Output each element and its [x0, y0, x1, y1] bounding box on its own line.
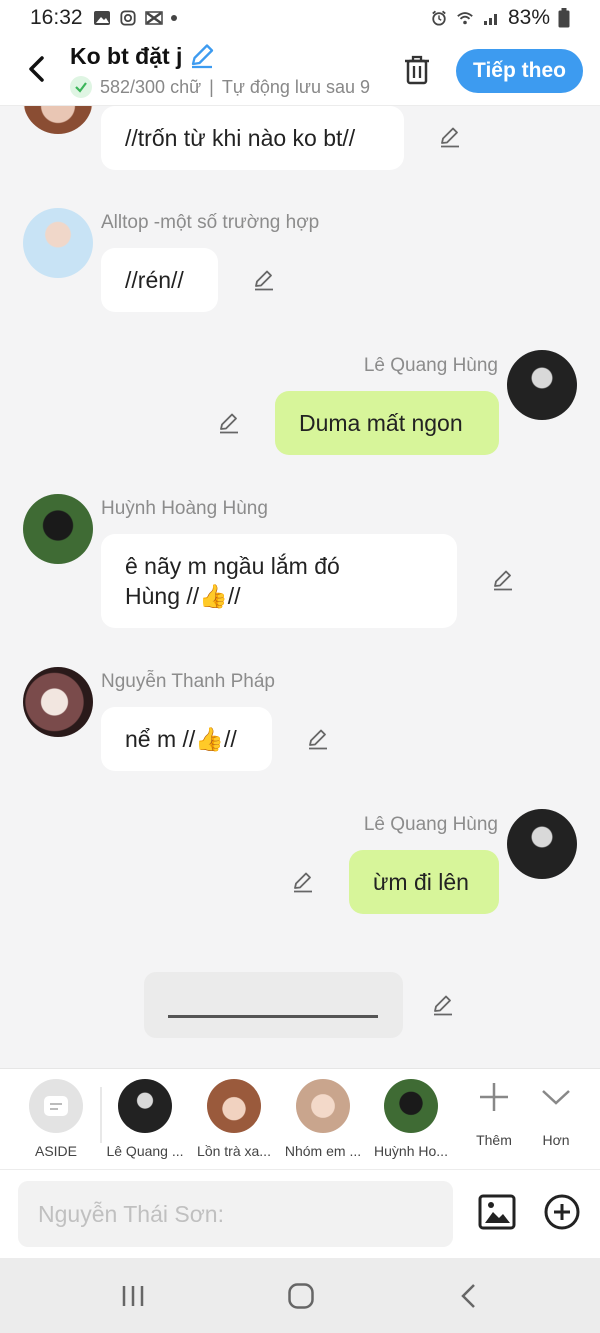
draft-bubble[interactable]	[144, 972, 403, 1038]
character-chip[interactable]: Lê Quang ...	[100, 1079, 190, 1159]
character-label: Nhóm em ...	[284, 1143, 362, 1159]
message-bubble[interactable]: nể m //👍//	[101, 707, 272, 771]
chevron-down-icon	[542, 1090, 570, 1105]
edit-icon[interactable]	[438, 125, 462, 149]
alarm-icon	[432, 10, 446, 26]
trash-icon[interactable]	[402, 54, 432, 86]
plus-icon	[480, 1083, 508, 1111]
edit-icon[interactable]	[217, 411, 241, 435]
avatar[interactable]	[507, 809, 577, 879]
edit-icon[interactable]	[306, 727, 330, 751]
draft-placeholder-line	[168, 1015, 378, 1018]
character-label: Lê Quang ...	[106, 1143, 184, 1159]
character-panel: ASIDE Lê Quang ... Lồn trà xa... Nhóm em…	[0, 1068, 600, 1258]
battery-percent: 83%	[507, 6, 550, 29]
message-text: ừm đi lên	[373, 869, 469, 895]
capcut-icon	[144, 11, 163, 25]
edit-icon[interactable]	[431, 993, 455, 1017]
message-line: ê nãy m ngầu lắm đó	[125, 553, 340, 579]
sender-name: Alltop -một số trường hợp	[101, 212, 320, 233]
add-label: Thêm	[476, 1132, 512, 1148]
more-label: Hơn	[542, 1132, 570, 1148]
sender-name: Lê Quang Hùng	[363, 355, 498, 376]
battery-icon	[558, 8, 570, 28]
image-icon[interactable]	[478, 1193, 516, 1231]
message-line: Hùng //	[125, 583, 200, 609]
word-count: 582/300 chữ	[100, 76, 202, 97]
message-bubble[interactable]: ừm đi lên	[349, 850, 499, 914]
character-label: ASIDE	[34, 1143, 77, 1159]
message-input[interactable]	[18, 1181, 453, 1247]
avatar[interactable]	[23, 494, 93, 564]
sender-name: Nguyễn Thanh Pháp	[101, 671, 275, 692]
gallery-icon	[93, 11, 110, 25]
character-label: Huỳnh Ho...	[374, 1143, 448, 1159]
avatar	[207, 1079, 261, 1133]
wifi-icon	[457, 12, 473, 25]
character-label: Lồn trà xa...	[197, 1143, 271, 1159]
add-character-button[interactable]: Thêm	[464, 1081, 524, 1148]
message-bubble[interactable]: //rén//	[101, 248, 218, 312]
thumbs-up-icon: 👍	[195, 726, 224, 752]
message-bubble[interactable]: Duma mất ngon	[275, 391, 499, 455]
divider	[0, 1169, 600, 1170]
avatar	[296, 1079, 350, 1133]
story-header: Ko bt đặt j 582/300 chữ | Tự động lưu sa…	[0, 36, 600, 106]
more-button[interactable]: Hơn	[526, 1081, 586, 1148]
thumbs-up-icon: 👍	[199, 583, 228, 609]
home-icon[interactable]	[287, 1282, 315, 1310]
avatar[interactable]	[23, 208, 93, 278]
message-text: //	[223, 726, 237, 752]
avatar	[384, 1079, 438, 1133]
autosave-status: Tự động lưu sau 9	[221, 76, 371, 97]
message-bubble[interactable]: ê nãy m ngầu lắm đó Hùng //👍//	[101, 534, 457, 628]
avatar[interactable]	[23, 106, 93, 134]
sender-name: Huỳnh Hoàng Hùng	[101, 498, 268, 519]
status-bar: 16:32 83%	[0, 0, 600, 36]
message-text: Duma mất ngon	[299, 410, 463, 436]
message-text: //rén//	[125, 267, 184, 293]
story-title-text: Ko bt đặt j	[70, 42, 183, 69]
status-time: 16:32	[30, 6, 83, 29]
message-line: //	[227, 583, 241, 609]
instagram-icon	[120, 10, 136, 26]
dot-icon	[170, 15, 177, 21]
character-chip[interactable]: Lồn trà xa...	[189, 1079, 279, 1159]
avatar[interactable]	[507, 350, 577, 420]
back-arrow-icon[interactable]	[22, 52, 52, 86]
signal-icon	[483, 14, 497, 25]
add-circle-icon[interactable]	[543, 1193, 581, 1231]
character-aside[interactable]: ASIDE	[11, 1079, 101, 1159]
back-icon[interactable]	[458, 1282, 480, 1310]
story-title[interactable]: Ko bt đặt j	[70, 42, 216, 70]
saved-check-icon	[70, 76, 92, 98]
message-bubble[interactable]: //trốn từ khi nào ko bt//	[101, 106, 404, 170]
sender-name: Lê Quang Hùng	[363, 814, 498, 835]
edit-icon[interactable]	[491, 568, 515, 592]
edit-icon[interactable]	[252, 268, 276, 292]
message-text: //trốn từ khi nào ko bt//	[125, 125, 356, 151]
avatar[interactable]	[23, 667, 93, 737]
next-button[interactable]: Tiếp theo	[456, 49, 583, 93]
character-chip[interactable]: Huỳnh Ho...	[366, 1079, 456, 1159]
story-subtitle: 582/300 chữ | Tự động lưu sau 9	[70, 76, 376, 98]
edit-icon[interactable]	[291, 870, 315, 894]
character-chip[interactable]: Nhóm em ...	[278, 1079, 368, 1159]
chat-area[interactable]: //trốn từ khi nào ko bt// Alltop -một số…	[0, 106, 600, 1068]
edit-title-icon[interactable]	[188, 42, 216, 70]
recent-apps-icon[interactable]	[120, 1284, 146, 1308]
avatar	[118, 1079, 172, 1133]
message-text: nể m //	[125, 726, 196, 752]
aside-icon	[29, 1079, 83, 1133]
system-nav-bar	[0, 1258, 600, 1333]
